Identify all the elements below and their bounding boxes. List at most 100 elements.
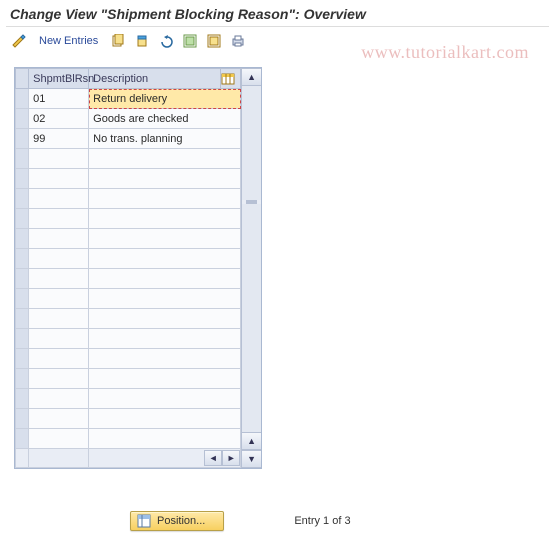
cell-code[interactable]	[29, 369, 89, 389]
page-title: Change View "Shipment Blocking Reason": …	[0, 0, 555, 26]
cell-desc[interactable]	[89, 189, 241, 209]
cell-desc[interactable]	[89, 249, 241, 269]
table-row[interactable]	[16, 389, 241, 409]
deselect-all-button[interactable]	[203, 31, 225, 51]
data-grid[interactable]: ShpmtBlRsn Description 01Return delivery…	[15, 68, 241, 468]
row-selector[interactable]	[16, 309, 29, 329]
scrollbar-track[interactable]	[242, 86, 261, 200]
cell-desc[interactable]	[89, 429, 241, 449]
table-row[interactable]	[16, 169, 241, 189]
row-selector[interactable]	[16, 329, 29, 349]
cell-code[interactable]	[29, 289, 89, 309]
table-row[interactable]	[16, 429, 241, 449]
cell-code[interactable]	[29, 149, 89, 169]
cell-code[interactable]: 02	[29, 109, 89, 129]
undo-button[interactable]	[155, 31, 177, 51]
row-selector[interactable]	[16, 249, 29, 269]
cell-code[interactable]: 01	[29, 89, 89, 109]
scrollbar-track-lower[interactable]	[242, 204, 261, 432]
cell-desc[interactable]	[89, 369, 241, 389]
content-area: ShpmtBlRsn Description 01Return delivery…	[0, 57, 555, 469]
cell-code[interactable]	[29, 409, 89, 429]
row-selector[interactable]	[16, 369, 29, 389]
table-row[interactable]: 02Goods are checked	[16, 109, 241, 129]
new-entries-button[interactable]: New Entries	[32, 31, 105, 51]
cell-desc[interactable]: Return delivery	[89, 89, 241, 109]
row-selector[interactable]	[16, 389, 29, 409]
position-button[interactable]: Position...	[130, 511, 224, 531]
cell-code[interactable]	[29, 189, 89, 209]
watermark: www.tutorialkart.com	[361, 42, 529, 63]
cell-code[interactable]	[29, 389, 89, 409]
cell-code[interactable]: 99	[29, 129, 89, 149]
cell-code[interactable]	[29, 349, 89, 369]
cell-desc[interactable]	[89, 329, 241, 349]
table-row[interactable]	[16, 269, 241, 289]
cell-desc[interactable]	[89, 389, 241, 409]
grid-container: ShpmtBlRsn Description 01Return delivery…	[14, 67, 262, 469]
cell-code[interactable]	[29, 329, 89, 349]
row-selector[interactable]	[16, 149, 29, 169]
column-header-code[interactable]: ShpmtBlRsn	[29, 69, 89, 89]
row-selector[interactable]	[16, 429, 29, 449]
row-selector[interactable]	[16, 129, 29, 149]
toggle-display-change-button[interactable]	[8, 31, 30, 51]
table-row[interactable]	[16, 329, 241, 349]
table-row[interactable]	[16, 189, 241, 209]
row-selector[interactable]	[16, 409, 29, 429]
table-row[interactable]: 01Return delivery	[16, 89, 241, 109]
cell-code[interactable]	[29, 209, 89, 229]
table-row[interactable]: 99No trans. planning	[16, 129, 241, 149]
row-selector[interactable]	[16, 349, 29, 369]
table-row[interactable]	[16, 349, 241, 369]
position-icon	[137, 514, 151, 528]
row-selector[interactable]	[16, 289, 29, 309]
row-selector[interactable]	[16, 269, 29, 289]
position-label: Position...	[157, 515, 205, 527]
print-button[interactable]	[227, 31, 249, 51]
cell-desc[interactable]	[89, 169, 241, 189]
row-selector[interactable]	[16, 209, 29, 229]
cell-desc[interactable]	[89, 149, 241, 169]
table-row[interactable]	[16, 289, 241, 309]
table-row[interactable]	[16, 229, 241, 249]
select-all-button[interactable]	[179, 31, 201, 51]
table-row[interactable]	[16, 409, 241, 429]
cell-desc[interactable]	[89, 209, 241, 229]
cell-code[interactable]	[29, 169, 89, 189]
cell-code[interactable]	[29, 309, 89, 329]
row-selector[interactable]	[16, 189, 29, 209]
scroll-right-button[interactable]: ►	[222, 450, 240, 466]
table-row[interactable]	[16, 209, 241, 229]
cell-code[interactable]	[29, 269, 89, 289]
cell-desc[interactable]	[89, 229, 241, 249]
table-row[interactable]	[16, 149, 241, 169]
row-selector[interactable]	[16, 229, 29, 249]
scroll-top-button[interactable]: ▲	[242, 68, 261, 86]
grid-corner[interactable]	[16, 69, 29, 89]
cell-desc[interactable]	[89, 269, 241, 289]
table-row[interactable]	[16, 369, 241, 389]
cell-desc[interactable]: No trans. planning	[89, 129, 241, 149]
grid-settings-button[interactable]	[221, 69, 241, 89]
row-selector[interactable]	[16, 169, 29, 189]
vertical-scrollbar[interactable]: ▲ ▲ ▼	[241, 68, 261, 468]
row-selector[interactable]	[16, 89, 29, 109]
scroll-down-button[interactable]: ▼	[242, 450, 261, 468]
cell-desc[interactable]	[89, 349, 241, 369]
cell-code[interactable]	[29, 229, 89, 249]
delete-button[interactable]	[131, 31, 153, 51]
row-selector[interactable]	[16, 109, 29, 129]
cell-desc[interactable]	[89, 309, 241, 329]
column-header-desc[interactable]: Description	[89, 69, 221, 89]
cell-desc[interactable]: Goods are checked	[89, 109, 241, 129]
cell-code[interactable]	[29, 429, 89, 449]
cell-desc[interactable]	[89, 409, 241, 429]
table-row[interactable]	[16, 309, 241, 329]
scroll-up-button[interactable]: ▲	[242, 432, 261, 450]
copy-button[interactable]	[107, 31, 129, 51]
table-row[interactable]	[16, 249, 241, 269]
cell-code[interactable]	[29, 249, 89, 269]
scroll-left-button[interactable]: ◄	[204, 450, 222, 466]
cell-desc[interactable]	[89, 289, 241, 309]
